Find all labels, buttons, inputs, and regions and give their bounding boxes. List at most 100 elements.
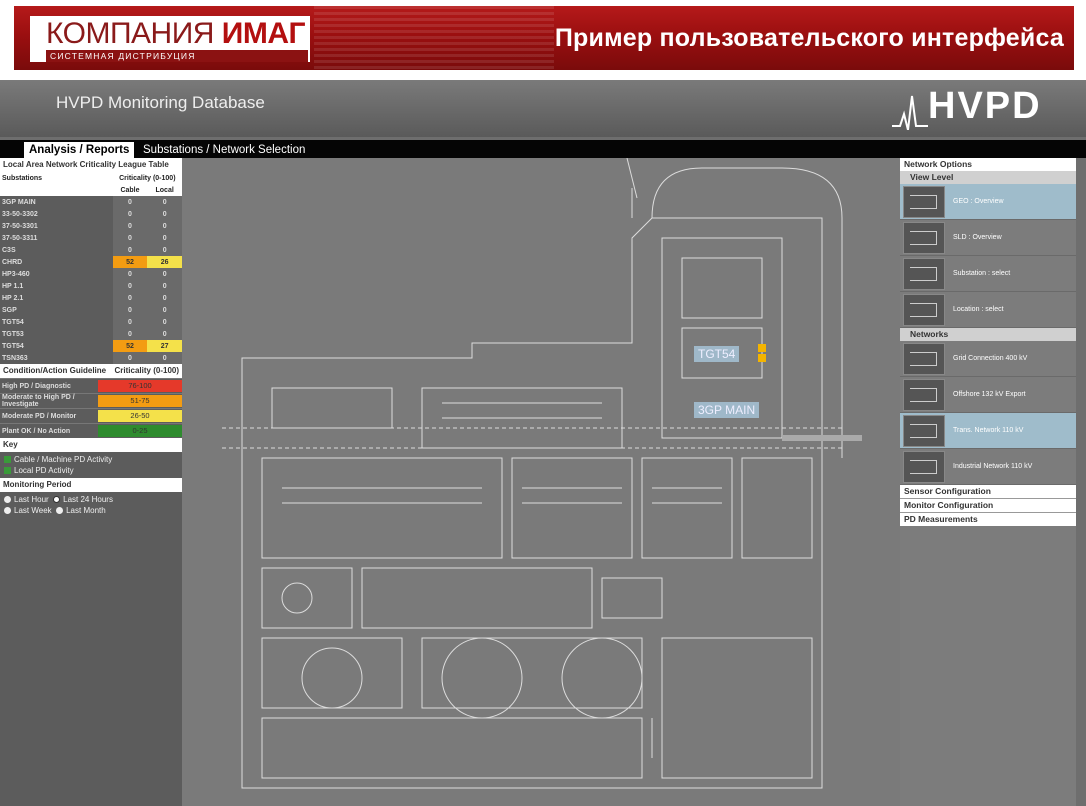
table-row[interactable]: SGP 0 0	[0, 304, 182, 316]
row-substation: TGT54	[2, 318, 24, 326]
network-item-industrial[interactable]: Industrial Network 110 kV	[900, 449, 1076, 485]
pd-measurements[interactable]: PD Measurements	[900, 513, 1076, 526]
row-local: 0	[147, 196, 182, 208]
row-local: 0	[147, 304, 182, 316]
row-cable: 0	[112, 352, 148, 364]
row-substation: SGP	[2, 306, 17, 314]
condition-header-label: Condition/Action Guideline	[3, 366, 107, 375]
table-row[interactable]: 37-50-3301 0 0	[0, 220, 182, 232]
period-last-hour[interactable]: Last Hour	[14, 495, 49, 504]
table-row[interactable]: TGT54 0 0	[0, 316, 182, 328]
table-row[interactable]: 33-50-3302 0 0	[0, 208, 182, 220]
company-logo: КОМПАНИЯ ИМАГ СИСТЕМНАЯ ДИСТРИБУЦИЯ	[30, 16, 310, 62]
row-substation: 3GP MAIN	[2, 198, 36, 206]
condition-range: 51-75	[98, 395, 182, 407]
condition-label: High PD / Diagnostic	[2, 382, 71, 390]
network-options-title: Network Options	[900, 158, 1076, 171]
row-local: 27	[147, 340, 182, 352]
monitor-config[interactable]: Monitor Configuration	[900, 499, 1076, 513]
network-item-offshore[interactable]: Offshore 132 kV Export	[900, 377, 1076, 413]
row-cable: 0	[112, 316, 148, 328]
row-cable: 0	[112, 328, 148, 340]
logo-main: КОМПАНИЯ ИМАГ	[46, 17, 306, 51]
condition-header-crit: Criticality (0-100)	[114, 366, 179, 375]
period-options: Last Hour Last 24 Hours Last Week Last M…	[0, 492, 182, 518]
view-item-geo[interactable]: GEO : Overview	[900, 184, 1076, 220]
row-cable: 52	[112, 256, 148, 268]
table-row[interactable]: CHRD 52 26	[0, 256, 182, 268]
period-title: Monitoring Period	[0, 478, 182, 492]
tab-analysis-reports[interactable]: Analysis / Reports	[24, 142, 135, 158]
table-row[interactable]: HP 2.1 0 0	[0, 292, 182, 304]
table-row[interactable]: HP 1.1 0 0	[0, 280, 182, 292]
key-list: Cable / Machine PD Activity Local PD Act…	[0, 452, 182, 478]
row-substation: CHRD	[2, 258, 23, 266]
col-criticality: Criticality (0-100)	[112, 172, 182, 184]
map-label-3gp-main[interactable]: 3GP MAIN	[694, 402, 760, 418]
thumbnail-icon	[903, 378, 945, 411]
thumbnail-icon	[903, 414, 945, 447]
view-item-label: GEO : Overview	[953, 198, 1004, 205]
row-cable: 0	[112, 208, 148, 220]
row-substation: TGT53	[2, 330, 24, 338]
network-item-trans[interactable]: Trans. Network 110 kV	[900, 413, 1076, 449]
row-cable: 0	[112, 292, 148, 304]
thumbnail-icon	[903, 450, 945, 483]
activity-marker[interactable]	[758, 344, 766, 352]
radio-selected-icon[interactable]	[53, 496, 61, 504]
logo-text-b: ИМАГ	[221, 17, 306, 50]
blank-cell	[0, 184, 113, 196]
view-item-sld[interactable]: SLD : Overview	[900, 220, 1076, 256]
row-cable: 0	[112, 244, 148, 256]
sensor-config[interactable]: Sensor Configuration	[900, 485, 1076, 499]
row-cable: 0	[112, 232, 148, 244]
logo-subtitle: СИСТЕМНАЯ ДИСТРИБУЦИЯ	[46, 50, 308, 62]
green-swatch-icon	[4, 456, 11, 464]
map-label-tgt54[interactable]: TGT54	[694, 346, 740, 362]
tab-substations[interactable]: Substations / Network Selection	[138, 142, 310, 158]
network-item-label: Offshore 132 kV Export	[953, 391, 1026, 398]
row-cable: 0	[112, 268, 148, 280]
banner-stripes	[314, 6, 554, 70]
table-row[interactable]: 3GP MAIN 0 0	[0, 196, 182, 208]
radio-icon[interactable]	[56, 507, 64, 515]
network-item-grid[interactable]: Grid Connection 400 kV	[900, 341, 1076, 377]
table-subheader: Cable Local	[0, 184, 182, 196]
table-row[interactable]: HP3-460 0 0	[0, 268, 182, 280]
right-panel: Network Options View Level GEO : Overvie…	[900, 158, 1076, 806]
row-local: 0	[147, 232, 182, 244]
site-plan-drawing	[222, 158, 862, 789]
row-substation: HP3-460	[2, 270, 30, 278]
radio-icon[interactable]	[4, 496, 11, 504]
condition-row: Plant OK / No Action 0-25	[0, 423, 182, 438]
table-row[interactable]: C3S 0 0	[0, 244, 182, 256]
col-cable: Cable	[112, 184, 148, 196]
row-local: 0	[147, 220, 182, 232]
view-item-label: SLD : Overview	[953, 234, 1002, 241]
thumbnail-icon	[903, 342, 945, 375]
table-row[interactable]: TGT54 52 27	[0, 340, 182, 352]
left-panel: Local Area Network Criticality League Ta…	[0, 158, 182, 806]
table-row[interactable]: TSN363 0 0	[0, 352, 182, 364]
period-last-month[interactable]: Last Month	[66, 506, 106, 515]
thumbnail-icon	[903, 257, 945, 290]
condition-label: Moderate to High PD / Investigate	[2, 394, 75, 408]
table-row[interactable]: TGT53 0 0	[0, 328, 182, 340]
view-item-location[interactable]: Location : select	[900, 292, 1076, 328]
table-row[interactable]: 37-50-3311 0 0	[0, 232, 182, 244]
period-last-week[interactable]: Last Week	[14, 506, 52, 515]
row-substation: TGT54	[2, 342, 24, 350]
col-local: Local	[147, 184, 182, 196]
app-title: HVPD Monitoring Database	[56, 93, 265, 112]
view-item-substation[interactable]: Substation : select	[900, 256, 1076, 292]
radio-icon[interactable]	[4, 507, 11, 515]
condition-list: High PD / Diagnostic 76-100 Moderate to Hi…	[0, 378, 182, 438]
condition-range: 26-50	[98, 410, 182, 422]
condition-row: Moderate PD / Monitor 26-50	[0, 408, 182, 423]
row-local: 0	[147, 268, 182, 280]
period-last-24[interactable]: Last 24 Hours	[63, 495, 113, 504]
col-substations: Substations	[0, 172, 113, 184]
activity-marker[interactable]	[758, 354, 766, 362]
site-plan-map[interactable]: TGT54 3GP MAIN	[182, 158, 900, 806]
condition-header: Condition/Action Guideline Criticality (…	[0, 364, 182, 378]
